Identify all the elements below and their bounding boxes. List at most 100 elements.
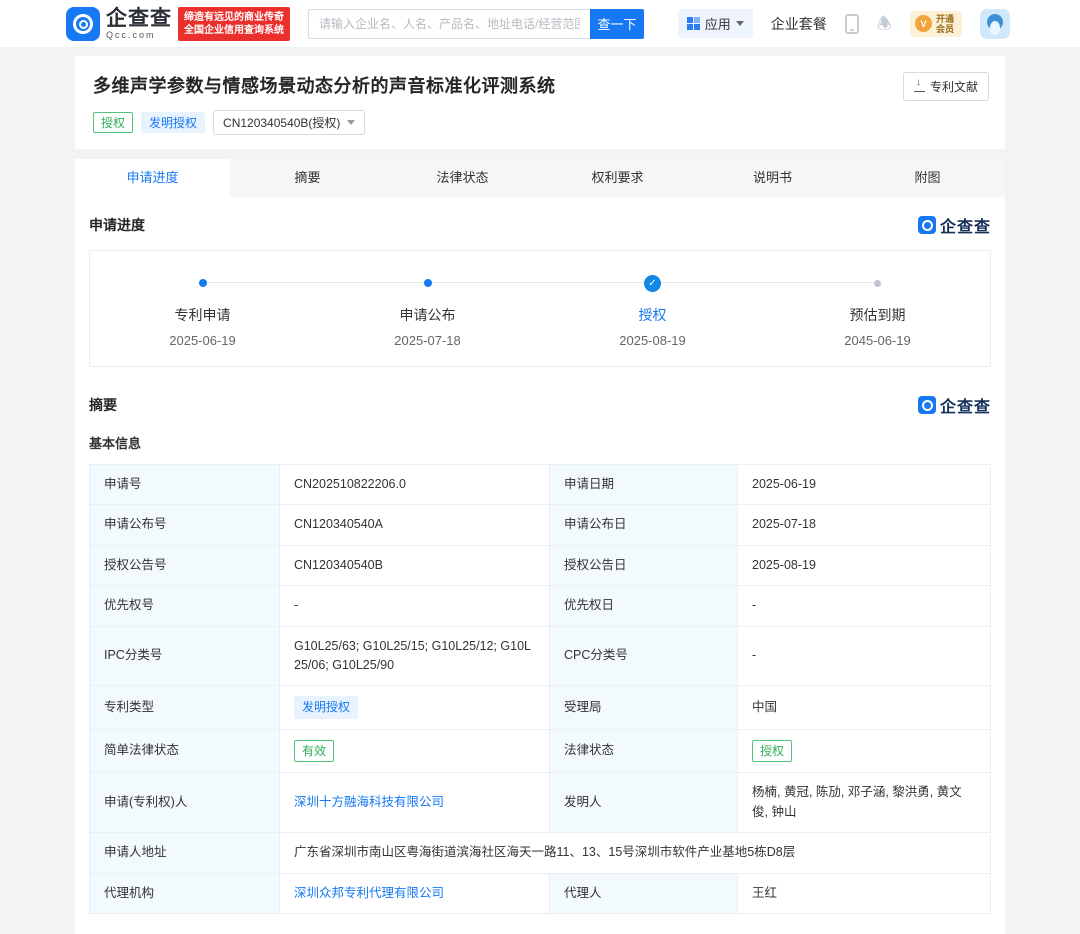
field-label: 优先权日 (550, 586, 738, 626)
slogan-box: 缔造有远见的商业传奇 全国企业信用查询系统 (178, 7, 290, 41)
field-label: 受理局 (550, 686, 738, 730)
table-row: 授权公告号 CN120340540B 授权公告日 2025-08-19 (90, 545, 991, 585)
field-value: 杨楠, 黄冠, 陈劢, 邓子涵, 黎洪勇, 黄文俊, 钟山 (738, 773, 991, 833)
patent-tag-row: 授权 发明授权 CN120340540B(授权) (93, 110, 987, 135)
apps-label: 应用 (705, 14, 731, 33)
field-label: 优先权号 (90, 586, 280, 626)
timeline-step-date: 2045-06-19 (844, 333, 911, 348)
field-label: 代理人 (550, 873, 738, 913)
apps-grid-icon (687, 17, 700, 30)
timeline-step-date: 2025-07-18 (394, 333, 461, 348)
timeline-dot-icon (874, 280, 881, 287)
tab-figures[interactable]: 附图 (850, 159, 1005, 197)
logo-subtext: Qcc.com (106, 31, 172, 40)
qcc-watermark-icon (918, 396, 936, 414)
top-navbar: 企查查 Qcc.com 缔造有远见的商业传奇 全国企业信用查询系统 查一下 应用… (0, 0, 1080, 48)
search-button[interactable]: 查一下 (590, 9, 644, 39)
search-box: 查一下 (308, 9, 644, 39)
agency-company-link[interactable]: 深圳众邦专利代理有限公司 (294, 886, 444, 900)
field-label: 授权公告号 (90, 545, 280, 585)
tab-application-progress[interactable]: 申请进度 (75, 159, 230, 197)
patent-detail-card: 申请进度 摘要 法律状态 权利要求 说明书 附图 申请进度 企查查 (75, 159, 1005, 934)
vip-label: 开通 会员 (936, 14, 954, 34)
search-input[interactable] (308, 9, 590, 39)
apps-menu[interactable]: 应用 (678, 9, 753, 38)
timeline-step-published: 申请公布 2025-07-18 (315, 275, 540, 348)
vip-line2: 会员 (936, 24, 954, 34)
qcc-watermark-icon (918, 216, 936, 234)
patent-document-button[interactable]: 专利文献 (903, 72, 989, 101)
logo-name: 企查查 (106, 8, 172, 29)
field-label: 发明人 (550, 773, 738, 833)
field-value: 2025-06-19 (738, 465, 991, 505)
qcc-watermark-text: 企查查 (940, 213, 991, 237)
field-label: 授权公告日 (550, 545, 738, 585)
qcc-watermark: 企查查 (918, 213, 991, 237)
vip-upgrade-button[interactable]: V 开通 会员 (910, 11, 962, 37)
timeline-step-expiry: 预估到期 2045-06-19 (765, 275, 990, 348)
enterprise-package-link[interactable]: 企业套餐 (771, 14, 827, 34)
basic-info-table: 申请号 CN202510822206.0 申请日期 2025-06-19 申请公… (89, 464, 991, 914)
field-label: 申请日期 (550, 465, 738, 505)
table-row: 代理机构 深圳众邦专利代理有限公司 代理人 王红 (90, 873, 991, 913)
progress-section-title: 申请进度 (89, 215, 145, 235)
tab-claims[interactable]: 权利要求 (540, 159, 695, 197)
patent-document-label: 专利文献 (930, 78, 978, 95)
user-avatar[interactable] (980, 9, 1010, 39)
tab-legal-status[interactable]: 法律状态 (385, 159, 540, 197)
slogan-line1: 缔造有远见的商业传奇 (184, 11, 284, 24)
timeline-dot-icon (424, 279, 432, 287)
field-label: CPC分类号 (550, 626, 738, 686)
timeline-step-date: 2025-08-19 (619, 333, 686, 348)
field-label: 代理机构 (90, 873, 280, 913)
field-value: CN120340540A (280, 505, 550, 545)
qcc-logo[interactable]: 企查查 Qcc.com 缔造有远见的商业传奇 全国企业信用查询系统 (66, 7, 290, 41)
qcc-watermark-text: 企查查 (940, 393, 991, 417)
patent-number-select[interactable]: CN120340540B(授权) (213, 110, 365, 135)
timeline-step-label: 申请公布 (400, 305, 456, 325)
table-row: 优先权号 - 优先权日 - (90, 586, 991, 626)
table-row: IPC分类号 G10L25/63; G10L25/15; G10L25/12; … (90, 626, 991, 686)
qcc-watermark: 企查查 (918, 393, 991, 417)
field-value: G10L25/63; G10L25/15; G10L25/12; G10L25/… (280, 626, 550, 686)
field-value: 王红 (738, 873, 991, 913)
basic-info-subtitle: 基本信息 (89, 433, 991, 452)
table-row: 申请人地址 广东省深圳市南山区粤海街道滨海社区海天一路11、13、15号深圳市软… (90, 833, 991, 873)
vip-line1: 开通 (936, 14, 954, 24)
field-label: 简单法律状态 (90, 729, 280, 773)
chevron-down-icon (736, 21, 744, 26)
page-title: 多维声学参数与情感场景动态分析的声音标准化评测系统 (93, 72, 987, 98)
timeline-step-granted: ✓ 授权 2025-08-19 (540, 275, 765, 348)
field-value: 有效 (280, 729, 550, 773)
field-label: 专利类型 (90, 686, 280, 730)
status-badge: 授权 (93, 112, 133, 133)
patent-type-badge: 发明授权 (141, 112, 205, 133)
legal-status-badge: 授权 (752, 740, 792, 763)
field-value: - (280, 586, 550, 626)
tab-abstract[interactable]: 摘要 (230, 159, 385, 197)
patent-number-value: CN120340540B(授权) (223, 114, 340, 131)
field-label: 法律状态 (550, 729, 738, 773)
field-value: 广东省深圳市南山区粤海街道滨海社区海天一路11、13、15号深圳市软件产业基地5… (280, 833, 991, 873)
timeline-step-filed: 专利申请 2025-06-19 (90, 275, 315, 348)
field-label: 申请号 (90, 465, 280, 505)
applicant-company-link[interactable]: 深圳十方融海科技有限公司 (294, 795, 444, 809)
qcc-logo-icon (66, 7, 100, 41)
field-value: - (738, 626, 991, 686)
field-value: 深圳众邦专利代理有限公司 (280, 873, 550, 913)
vip-crown-icon: V (915, 15, 932, 32)
field-label: 申请公布日 (550, 505, 738, 545)
table-row: 专利类型 发明授权 受理局 中国 (90, 686, 991, 730)
timeline-step-label: 专利申请 (175, 305, 231, 325)
timeline-step-date: 2025-06-19 (169, 333, 236, 348)
field-value: CN120340540B (280, 545, 550, 585)
notification-bell-icon[interactable]: 🕭 (877, 15, 892, 32)
field-label: 申请(专利权)人 (90, 773, 280, 833)
application-timeline: 专利申请 2025-06-19 申请公布 2025-07-18 ✓ 授权 202… (89, 250, 991, 367)
field-value: 中国 (738, 686, 991, 730)
mobile-app-icon[interactable] (845, 14, 859, 34)
chevron-down-icon (347, 120, 355, 125)
timeline-step-label: 预估到期 (850, 305, 906, 325)
tab-description[interactable]: 说明书 (695, 159, 850, 197)
timeline-step-label: 授权 (639, 305, 667, 325)
